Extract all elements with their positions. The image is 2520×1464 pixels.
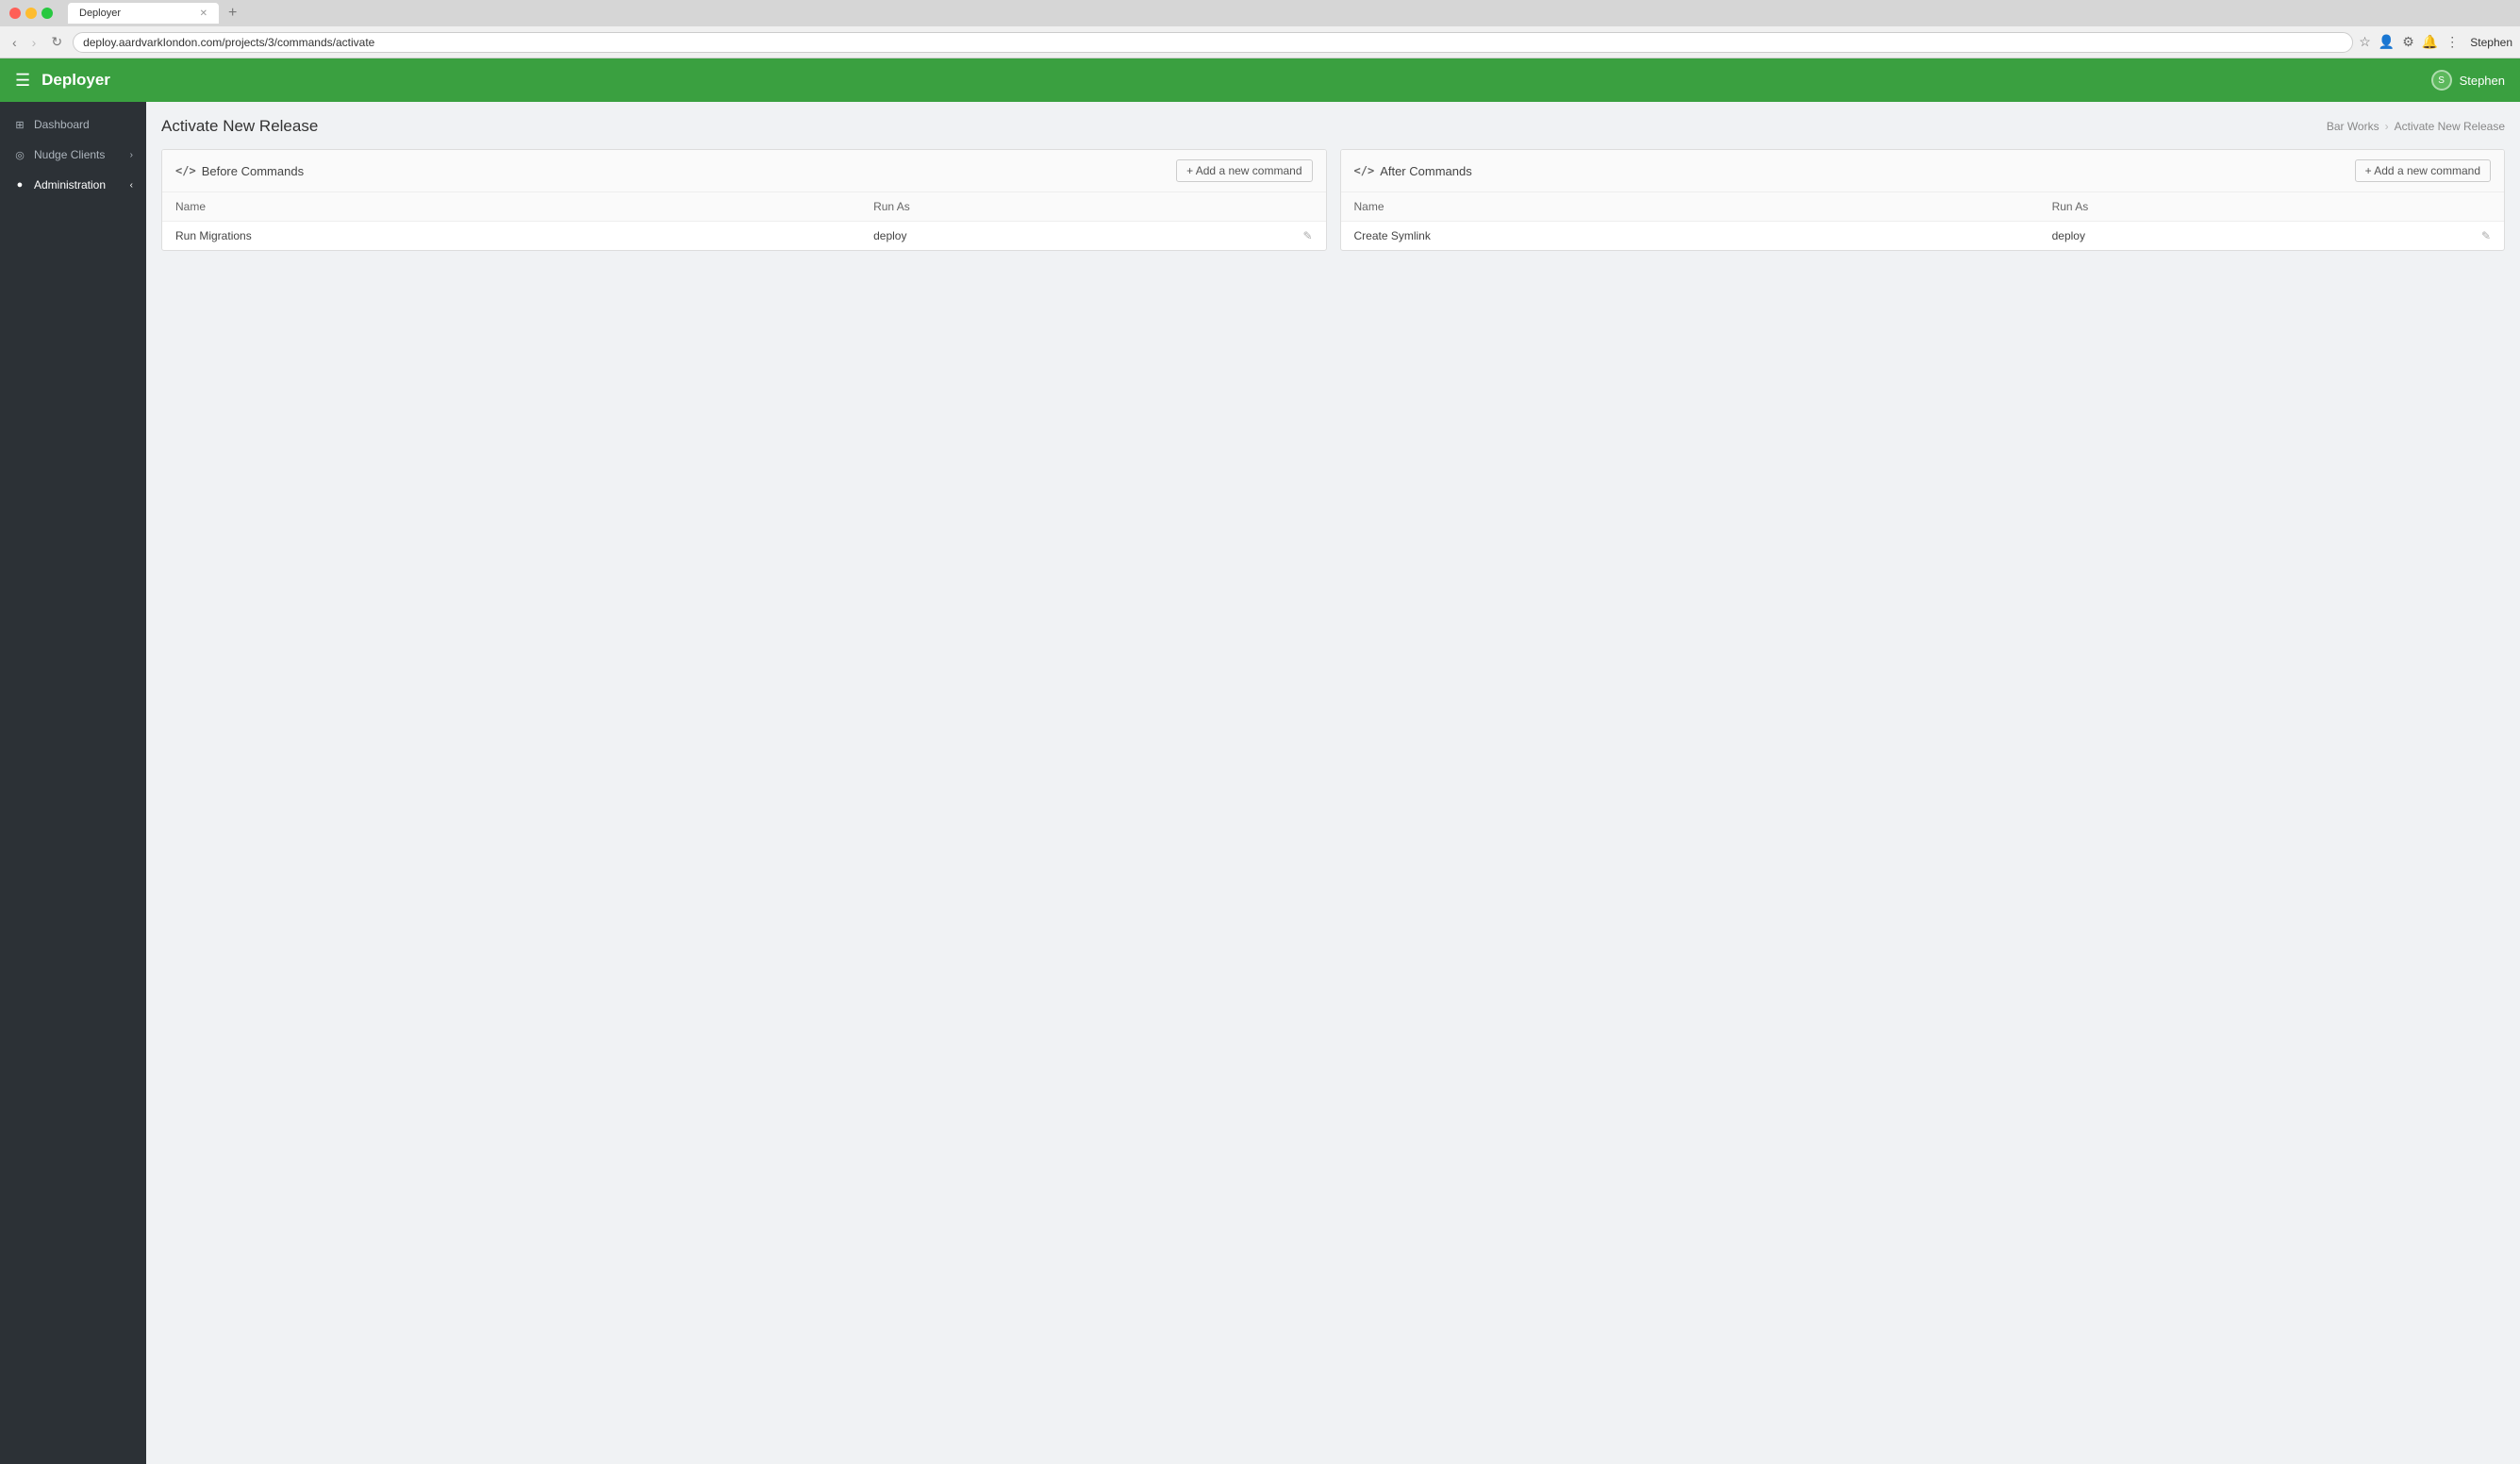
table-row: Create Symlink deploy ✎ xyxy=(1341,222,2505,251)
before-row-name: Run Migrations xyxy=(162,222,860,251)
page-header: Activate New Release Bar Works › Activat… xyxy=(161,117,2505,136)
new-tab-button[interactable]: + xyxy=(228,5,237,22)
breadcrumb: Bar Works › Activate New Release xyxy=(2327,120,2505,133)
browser-user: Stephen xyxy=(2470,36,2512,49)
close-dot[interactable] xyxy=(9,8,21,19)
main-content: Activate New Release Bar Works › Activat… xyxy=(146,102,2520,1464)
sidebar-label-nudge-clients: Nudge Clients xyxy=(34,148,105,161)
browser-tab[interactable]: Deployer ✕ xyxy=(68,3,219,24)
user-area: S Stephen xyxy=(2431,70,2505,91)
back-button[interactable]: ‹ xyxy=(8,33,22,52)
tab-close-icon[interactable]: ✕ xyxy=(200,8,207,19)
after-commands-table: Name Run As Create Symlink deploy ✎ xyxy=(1341,192,2505,250)
before-commands-header-row: Name Run As xyxy=(162,192,1326,222)
address-bar[interactable]: deploy.aardvarkIondon.com/projects/3/com… xyxy=(73,32,2353,53)
breadcrumb-current: Activate New Release xyxy=(2395,120,2505,133)
before-commands-header: </> Before Commands + Add a new command xyxy=(162,150,1326,192)
avatar: S xyxy=(2431,70,2452,91)
hamburger-icon[interactable]: ☰ xyxy=(15,71,30,91)
after-name-header: Name xyxy=(1341,192,2039,222)
code-after-icon: </> xyxy=(1354,164,1375,177)
app-logo: Deployer xyxy=(41,71,2430,90)
after-commands-title: </> After Commands xyxy=(1354,164,1472,178)
menu-icon[interactable]: ⋮ xyxy=(2445,34,2459,50)
before-name-header: Name xyxy=(162,192,860,222)
before-commands-panel: </> Before Commands + Add a new command … xyxy=(161,149,1327,251)
after-commands-header-row: Name Run As xyxy=(1341,192,2505,222)
add-after-command-button[interactable]: + Add a new command xyxy=(2355,159,2491,182)
after-row-name: Create Symlink xyxy=(1341,222,2039,251)
bell-icon[interactable]: 🔔 xyxy=(2422,34,2438,50)
after-commands-panel: </> After Commands + Add a new command N… xyxy=(1340,149,2506,251)
refresh-button[interactable]: ↻ xyxy=(46,32,67,52)
maximize-dot[interactable] xyxy=(41,8,53,19)
before-runas-header: Run As xyxy=(860,192,1209,222)
sidebar-item-nudge-clients[interactable]: ◎ Nudge Clients › xyxy=(0,140,146,170)
forward-button[interactable]: › xyxy=(27,33,41,52)
nudge-clients-chevron: › xyxy=(130,150,133,160)
after-runas-header: Run As xyxy=(2039,192,2388,222)
administration-icon: ● xyxy=(13,179,26,191)
sidebar-item-dashboard[interactable]: ⊞ Dashboard xyxy=(0,109,146,140)
breadcrumb-separator: › xyxy=(2385,120,2389,133)
nudge-clients-icon: ◎ xyxy=(13,149,26,161)
sidebar: ⊞ Dashboard ◎ Nudge Clients › ● Administ… xyxy=(0,102,146,1464)
before-row-action: ✎ xyxy=(1209,222,1325,251)
after-action-header xyxy=(2388,192,2504,222)
user-name: Stephen xyxy=(2460,74,2505,88)
minimize-dot[interactable] xyxy=(25,8,37,19)
sidebar-label-administration: Administration xyxy=(34,178,106,191)
profile-icon[interactable]: 👤 xyxy=(2379,34,2395,50)
sidebar-label-dashboard: Dashboard xyxy=(34,118,90,131)
before-edit-button[interactable]: ✎ xyxy=(1302,229,1312,242)
page-title: Activate New Release xyxy=(161,117,318,136)
url-text: deploy.aardvarkIondon.com/projects/3/com… xyxy=(83,36,374,49)
panels-row: </> Before Commands + Add a new command … xyxy=(161,149,2505,251)
after-commands-header: </> After Commands + Add a new command xyxy=(1341,150,2505,192)
table-row: Run Migrations deploy ✎ xyxy=(162,222,1326,251)
tab-title: Deployer xyxy=(79,8,121,19)
before-commands-table: Name Run As Run Migrations deploy ✎ xyxy=(162,192,1326,250)
after-edit-button[interactable]: ✎ xyxy=(2481,229,2491,242)
administration-chevron: ‹ xyxy=(130,180,133,191)
code-before-icon: </> xyxy=(175,164,196,177)
bookmark-icon[interactable]: ☆ xyxy=(2359,34,2371,50)
before-commands-title: </> Before Commands xyxy=(175,164,304,178)
settings-icon[interactable]: ⚙ xyxy=(2402,34,2414,50)
before-row-runas: deploy xyxy=(860,222,1209,251)
dashboard-icon: ⊞ xyxy=(13,119,26,131)
top-nav: ☰ Deployer S Stephen xyxy=(0,58,2520,102)
breadcrumb-barworks: Bar Works xyxy=(2327,120,2379,133)
before-action-header xyxy=(1209,192,1325,222)
add-before-command-button[interactable]: + Add a new command xyxy=(1176,159,1312,182)
after-row-action: ✎ xyxy=(2388,222,2504,251)
after-row-runas: deploy xyxy=(2039,222,2388,251)
sidebar-item-administration[interactable]: ● Administration ‹ xyxy=(0,170,146,200)
